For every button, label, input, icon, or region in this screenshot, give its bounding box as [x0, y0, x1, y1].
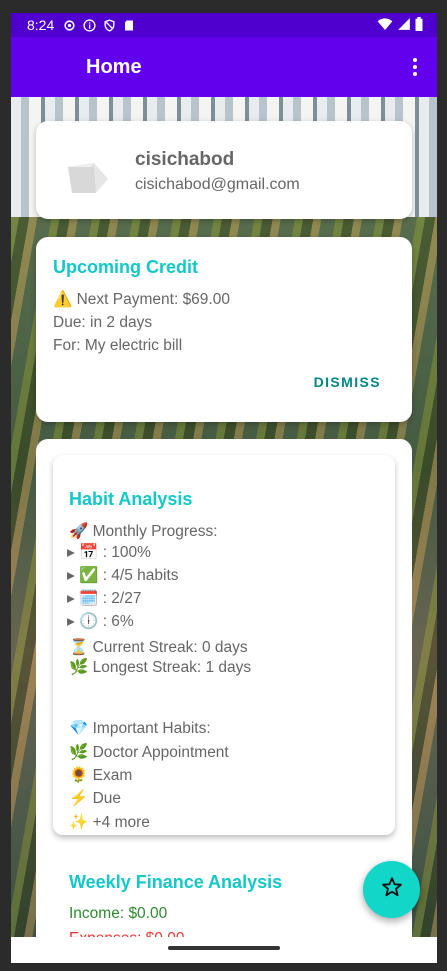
page-title: Home: [86, 56, 142, 78]
progress-item: ▸ 🗓️ : 2/27: [67, 590, 142, 607]
settings-icon: [62, 18, 76, 32]
progress-item: ▸ ✅ : 4/5 habits: [67, 567, 179, 584]
more-vert-icon[interactable]: [403, 55, 427, 79]
star-outline-icon: [381, 876, 403, 903]
upcoming-credit-title: Upcoming Credit: [53, 257, 199, 277]
battery-icon: [415, 16, 423, 34]
device-screen: 8:24 Home cisichabod cisichabod@gmail.co…: [11, 13, 437, 963]
longest-streak-text: 🌿 Longest Streak: 1 days: [69, 659, 252, 676]
progress-item: ▸ 📅 : 100%: [67, 544, 151, 561]
avatar: [66, 153, 110, 197]
profile-card[interactable]: cisichabod cisichabod@gmail.com: [36, 121, 412, 219]
important-habit-item: ⚡ Due: [69, 790, 122, 807]
habit-analysis-title: Habit Analysis: [69, 489, 193, 509]
signal-icon: [397, 17, 411, 34]
shield-icon: [102, 18, 116, 32]
profile-username: cisichabod: [135, 149, 235, 170]
gesture-navigation-bar: [11, 937, 437, 963]
app-bar: Home: [11, 37, 437, 97]
sd-card-icon: [122, 18, 136, 32]
monthly-progress-label: 🚀 Monthly Progress:: [69, 523, 218, 540]
important-habits-label: 💎 Important Habits:: [69, 720, 211, 737]
progress-item: ▸ 🕕 : 6%: [67, 613, 134, 630]
habit-analysis-card: Habit Analysis 🚀 Monthly Progress: ▸ 📅 :…: [53, 455, 395, 835]
important-habit-item: 🌿 Doctor Appointment: [69, 744, 229, 761]
income-text: Income: $0.00: [69, 905, 168, 922]
info-icon: [82, 18, 96, 32]
current-streak-text: ⏳ Current Streak: 0 days: [69, 639, 248, 656]
status-bar: 8:24: [11, 13, 437, 37]
next-payment-text: ⚠️ Next Payment: $69.00: [53, 291, 230, 308]
weekly-finance-title: Weekly Finance Analysis: [69, 872, 283, 892]
profile-email: cisichabod@gmail.com: [135, 176, 300, 193]
status-time: 8:24: [27, 17, 55, 33]
for-text: For: My electric bill: [53, 337, 183, 354]
important-habit-item: ✨ +4 more: [69, 814, 150, 831]
dismiss-button[interactable]: DISMISS: [314, 374, 381, 390]
home-gesture-handle[interactable]: [168, 946, 280, 950]
due-text: Due: in 2 days: [53, 314, 153, 331]
wifi-icon: [377, 17, 393, 34]
important-habit-item: 🌻 Exam: [69, 767, 133, 784]
upcoming-credit-card: Upcoming Credit ⚠️ Next Payment: $69.00 …: [36, 237, 412, 422]
star-fab-button[interactable]: [363, 861, 420, 918]
